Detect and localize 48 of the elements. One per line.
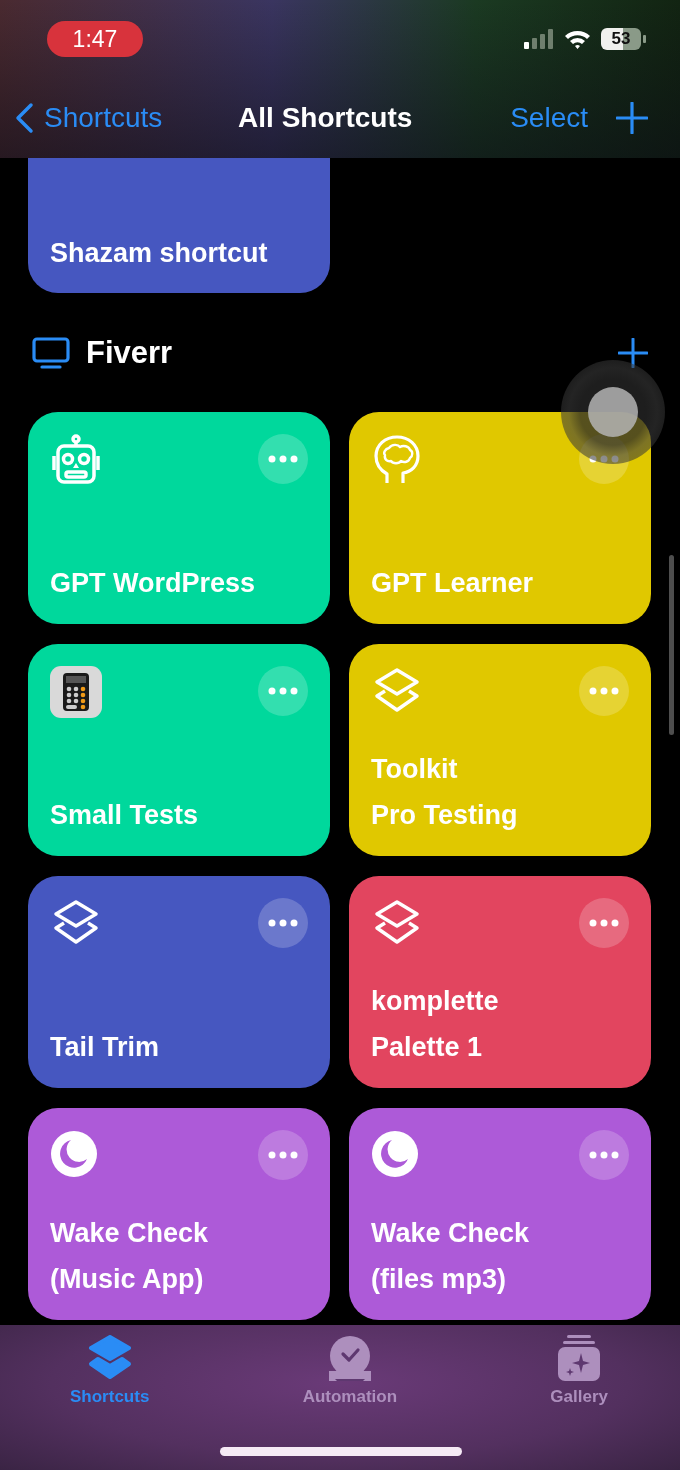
shortcut-name: Shazam shortcut [50,238,268,269]
more-button[interactable] [579,898,629,948]
folder-title: Fiverr [86,334,174,371]
shortcut-name: Small Tests [50,799,200,832]
signal-icon [524,29,554,49]
more-icon [268,687,298,695]
more-icon [589,1151,619,1159]
more-icon [589,455,619,463]
more-icon [589,687,619,695]
more-icon [268,455,298,463]
calculator-icon [50,666,102,718]
layers-icon [87,1335,132,1381]
shortcut-tile[interactable]: komplette Palette 1 [349,876,651,1088]
shortcut-name: Tail Trim [50,1031,161,1064]
add-icon[interactable] [618,337,648,368]
monitor-icon [32,336,70,369]
tab[interactable]: Gallery [550,1335,608,1407]
shortcut-tile[interactable]: Wake Check (files mp3) [349,1108,651,1320]
shortcut-tile[interactable]: Wake Check (Music App) [28,1108,330,1320]
brain-head-icon [371,434,423,486]
shortcut-name: GPT Learner [371,567,535,600]
shortcut-name: komplette Palette 1 [371,985,500,1064]
moon-icon [50,1130,98,1178]
shortcut-tile[interactable]: Tail Trim [28,876,330,1088]
select-button[interactable]: Select [510,102,588,134]
clock-check-icon [327,1335,372,1381]
more-icon [268,1151,298,1159]
robot-icon [50,434,102,486]
more-button[interactable] [579,1130,629,1180]
back-button[interactable]: Shortcuts [14,102,163,134]
screen-title: All Shortcuts [237,102,414,134]
tab[interactable]: Automation [302,1335,398,1407]
chevron-left-icon [14,102,34,134]
more-button[interactable] [258,1130,308,1180]
more-icon [268,919,298,927]
shortcut-name: Toolkit Pro Testing [371,753,519,832]
more-button[interactable] [258,898,308,948]
shortcut-name: GPT WordPress [50,567,257,600]
add-icon[interactable] [616,102,648,134]
shortcut-name: Wake Check (files mp3) [371,1217,531,1296]
time-badge: 1:47 [47,21,143,57]
shortcut-tile[interactable]: Shazam shortcut [28,158,330,293]
wifi-icon [564,29,591,49]
more-icon [589,919,619,927]
shortcut-name: Wake Check (Music App) [50,1217,210,1296]
tab[interactable]: Shortcuts [70,1335,150,1407]
gallery-icon [557,1335,602,1381]
moon-icon [371,1130,419,1178]
